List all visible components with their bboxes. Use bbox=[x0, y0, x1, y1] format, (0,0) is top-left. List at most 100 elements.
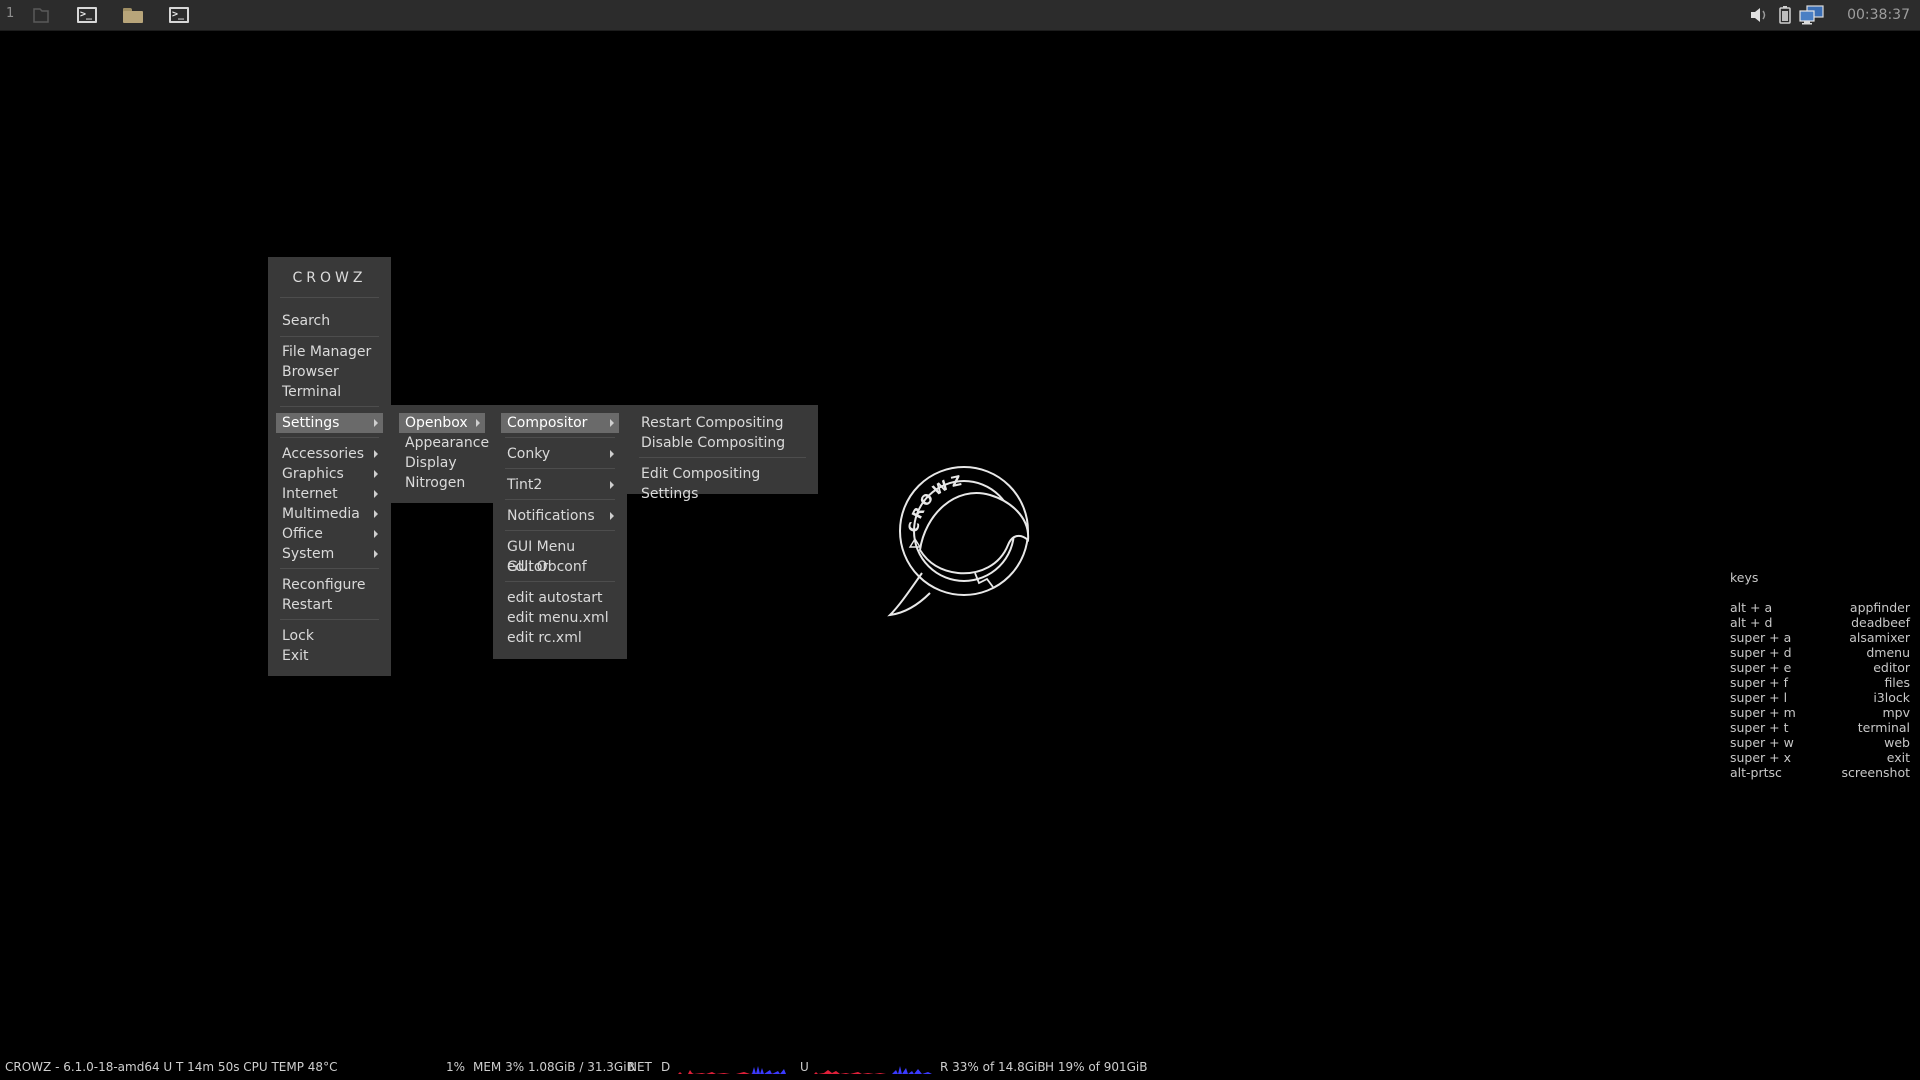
upload-label: U bbox=[800, 1060, 809, 1074]
key-row: super + m mpv bbox=[1728, 705, 1910, 720]
submenu-arrow-icon bbox=[374, 530, 378, 538]
ram-usage: R 33% of 14.8GiB bbox=[940, 1060, 1046, 1074]
workspace-indicator[interactable]: 1 bbox=[6, 6, 14, 21]
menu-item-display[interactable]: Display bbox=[399, 453, 485, 473]
menu-item-graphics[interactable]: Graphics bbox=[276, 464, 383, 484]
key-action: deadbeef bbox=[1851, 615, 1910, 630]
menu-item-gui-obconf[interactable]: GUI Obconf bbox=[501, 557, 619, 577]
key-action: mpv bbox=[1882, 705, 1910, 720]
menu-item-lock[interactable]: Lock bbox=[276, 626, 383, 646]
terminal-icon: >_ bbox=[77, 7, 97, 23]
menu-item-edit-autostart[interactable]: edit autostart bbox=[501, 588, 619, 608]
system-info: CROWZ - 6.1.0-18-amd64 U T 14m 50s CPU T… bbox=[5, 1060, 338, 1074]
key-row: super + t terminal bbox=[1728, 720, 1910, 735]
menu-item-multimedia[interactable]: Multimedia bbox=[276, 504, 383, 524]
key-action: web bbox=[1884, 735, 1910, 750]
key-combo: super + l bbox=[1730, 690, 1788, 705]
menu-item-label: Accessories bbox=[282, 446, 365, 462]
key-row: alt + a appfinder bbox=[1728, 600, 1910, 615]
key-row: super + a alsamixer bbox=[1728, 630, 1910, 645]
menu-item-browser[interactable]: Browser bbox=[276, 362, 383, 382]
menu-item-office[interactable]: Office bbox=[276, 524, 383, 544]
keys-title: keys bbox=[1730, 570, 1759, 585]
menu-item-tint2[interactable]: Tint2 bbox=[501, 475, 619, 495]
key-combo: super + w bbox=[1730, 735, 1794, 750]
key-row: super + d dmenu bbox=[1728, 645, 1910, 660]
key-row: super + x exit bbox=[1728, 750, 1910, 765]
document-icon bbox=[33, 8, 49, 23]
key-action: terminal bbox=[1857, 720, 1910, 735]
clock[interactable]: 00:38:37 bbox=[1847, 7, 1910, 23]
key-row: super + l i3lock bbox=[1728, 690, 1910, 705]
menu-item-system[interactable]: System bbox=[276, 544, 383, 564]
menu-item-label: Openbox bbox=[405, 415, 468, 431]
key-action: i3lock bbox=[1873, 690, 1910, 705]
key-action: exit bbox=[1886, 750, 1910, 765]
submenu-arrow-icon bbox=[374, 470, 378, 478]
menu-item-settings[interactable]: Settings bbox=[276, 413, 383, 433]
key-combo: super + x bbox=[1730, 750, 1792, 765]
menu-item-edit-compositing-settings[interactable]: Edit Compositing Settings bbox=[635, 464, 810, 502]
key-combo: alt-prtsc bbox=[1730, 765, 1782, 780]
openbox-submenu: Compositor Conky Tint2 Notifications GUI… bbox=[493, 405, 627, 659]
menu-separator bbox=[505, 468, 615, 469]
menu-separator bbox=[505, 581, 615, 582]
task-terminal-button-1[interactable]: >_ bbox=[74, 4, 100, 26]
submenu-arrow-icon bbox=[374, 510, 378, 518]
download-graph bbox=[672, 1066, 797, 1074]
menu-item-restart[interactable]: Restart bbox=[276, 595, 383, 615]
menu-item-appearance[interactable]: Appearance bbox=[399, 433, 489, 453]
key-row: super + f files bbox=[1728, 675, 1910, 690]
status-bar: CROWZ - 6.1.0-18-amd64 U T 14m 50s CPU T… bbox=[0, 1058, 1920, 1076]
menu-item-terminal[interactable]: Terminal bbox=[276, 382, 383, 402]
menu-separator bbox=[280, 437, 379, 438]
submenu-arrow-icon bbox=[476, 419, 480, 427]
menu-item-gui-menu-editor[interactable]: GUI Menu editor bbox=[501, 537, 619, 575]
submenu-arrow-icon bbox=[610, 450, 614, 458]
menu-item-restart-compositing[interactable]: Restart Compositing bbox=[635, 413, 810, 433]
submenu-arrow-icon bbox=[374, 450, 378, 458]
menu-item-label: Graphics bbox=[282, 466, 344, 482]
menu-item-label: Settings bbox=[282, 415, 340, 431]
menu-separator bbox=[280, 568, 379, 569]
task-document-button[interactable] bbox=[28, 4, 54, 26]
net-label: NET bbox=[628, 1060, 652, 1074]
menu-item-internet[interactable]: Internet bbox=[276, 484, 383, 504]
task-terminal-button-2[interactable]: >_ bbox=[166, 4, 192, 26]
battery-icon[interactable] bbox=[1774, 5, 1796, 25]
submenu-arrow-icon bbox=[374, 490, 378, 498]
network-icon[interactable] bbox=[1798, 4, 1826, 26]
volume-icon[interactable] bbox=[1748, 5, 1770, 25]
menu-item-exit[interactable]: Exit bbox=[276, 646, 383, 666]
menu-separator bbox=[280, 297, 379, 298]
terminal-icon: >_ bbox=[169, 7, 189, 23]
menu-item-openbox[interactable]: Openbox bbox=[399, 413, 485, 433]
menu-item-search[interactable]: Search bbox=[276, 311, 383, 331]
menu-item-label: Internet bbox=[282, 486, 338, 502]
menu-item-label: Compositor bbox=[507, 415, 588, 431]
menu-item-disable-compositing[interactable]: Disable Compositing bbox=[635, 433, 810, 453]
compositor-submenu: Restart Compositing Disable Compositing … bbox=[627, 405, 818, 502]
key-combo: super + d bbox=[1730, 645, 1792, 660]
menu-item-nitrogen[interactable]: Nitrogen bbox=[399, 473, 485, 493]
menu-item-edit-rc-xml[interactable]: edit rc.xml bbox=[501, 628, 619, 648]
task-file-manager-button[interactable] bbox=[120, 4, 146, 26]
key-action: alsamixer bbox=[1849, 630, 1910, 645]
key-row: alt + d deadbeef bbox=[1728, 615, 1910, 630]
menu-item-notifications[interactable]: Notifications bbox=[501, 506, 619, 526]
crow-logo-icon: CROWZ bbox=[887, 466, 1030, 617]
menu-item-conky[interactable]: Conky bbox=[501, 444, 619, 464]
menu-item-accessories[interactable]: Accessories bbox=[276, 444, 383, 464]
menu-separator bbox=[505, 499, 615, 500]
submenu-arrow-icon bbox=[374, 550, 378, 558]
menu-item-compositor[interactable]: Compositor bbox=[501, 413, 619, 433]
menu-item-label: Office bbox=[282, 526, 323, 542]
submenu-arrow-icon bbox=[374, 419, 378, 427]
key-combo: alt + d bbox=[1730, 615, 1773, 630]
system-tray bbox=[1748, 0, 1826, 30]
key-combo: super + m bbox=[1730, 705, 1796, 720]
menu-item-reconfigure[interactable]: Reconfigure bbox=[276, 575, 383, 595]
menu-item-edit-menu-xml[interactable]: edit menu.xml bbox=[501, 608, 619, 628]
submenu-arrow-icon bbox=[610, 419, 614, 427]
menu-item-file-manager[interactable]: File Manager bbox=[276, 342, 383, 362]
